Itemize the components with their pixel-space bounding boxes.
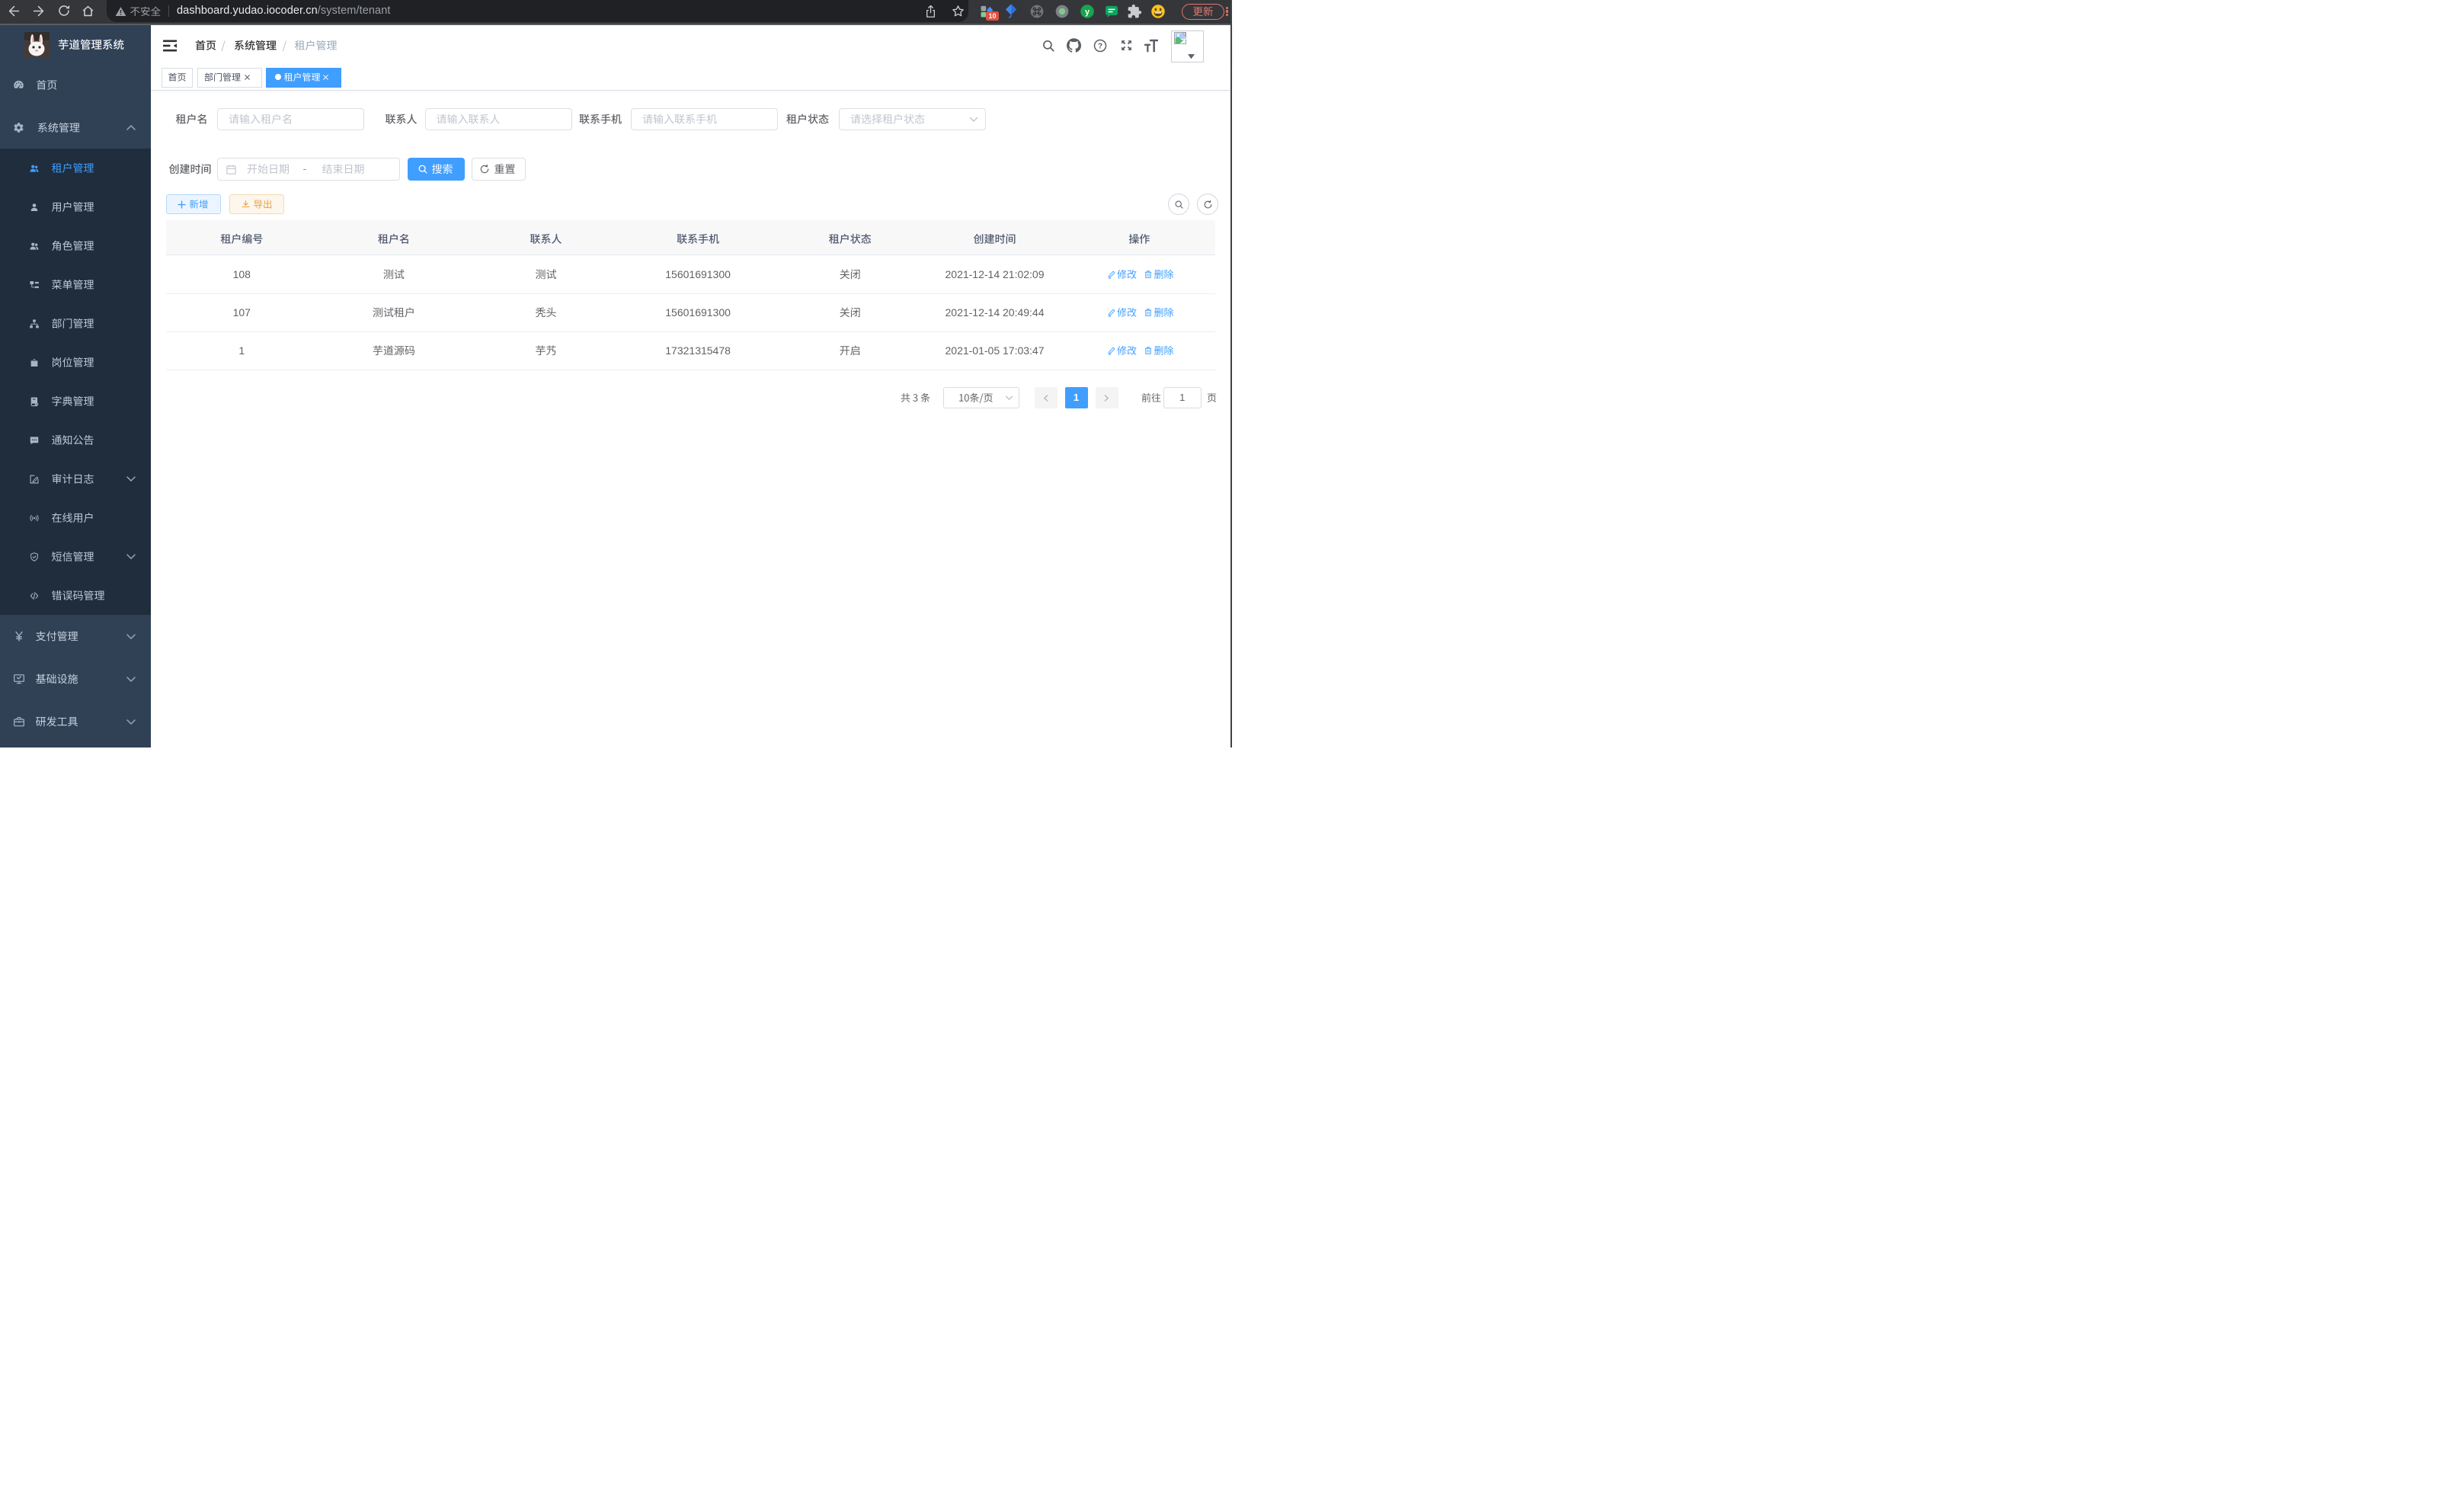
svg-text:?: ? bbox=[1097, 42, 1102, 50]
svg-text:y: y bbox=[1084, 7, 1089, 16]
